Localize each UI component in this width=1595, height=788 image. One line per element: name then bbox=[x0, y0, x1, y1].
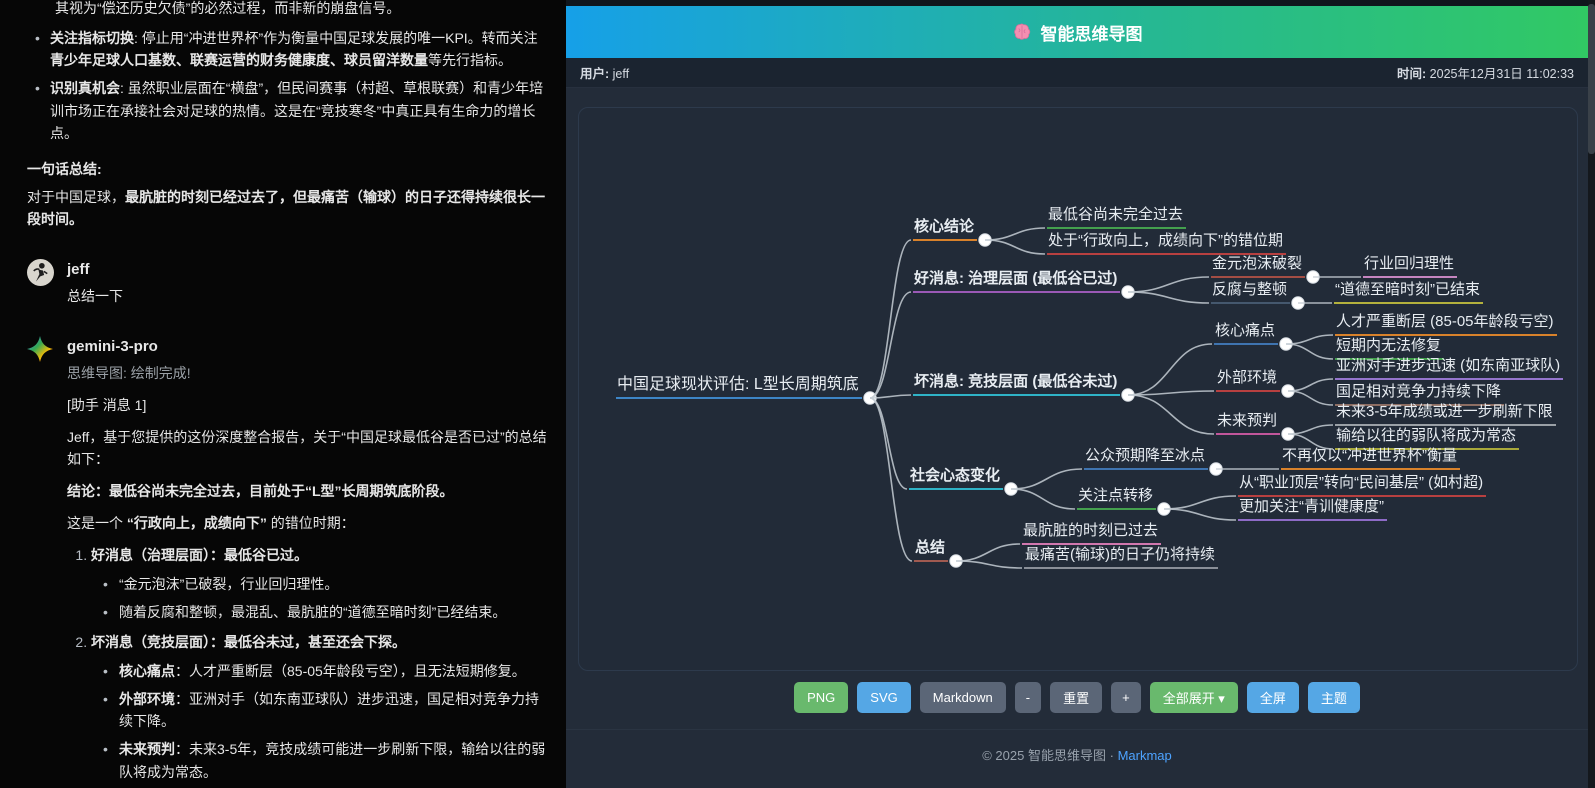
mindmap-node[interactable]: 更加关注“青训健康度” bbox=[1238, 495, 1387, 521]
mindmap-node[interactable]: 中国足球现状评估: L型长周期筑底 bbox=[616, 370, 862, 399]
assistant-name: gemini-3-pro bbox=[67, 335, 550, 359]
app-footer: © 2025 智能思维导图 · Markmap bbox=[566, 729, 1588, 764]
mindmap-node[interactable]: 最痛苦(输球)的日子仍将持续 bbox=[1024, 543, 1218, 569]
png-export-button[interactable]: PNG bbox=[794, 682, 848, 713]
mindmap-node[interactable]: 未来预判 bbox=[1216, 409, 1280, 435]
mindmap-node[interactable]: 未来3-5年成绩或进一步刷新下限 bbox=[1335, 400, 1556, 426]
summary-heading: 一句话总结: bbox=[27, 158, 550, 181]
summary-text: 对于中国足球，最肮脏的时刻已经过去了，但最痛苦（输球）的日子还得持续很长一段时间… bbox=[27, 186, 550, 231]
mindmap-node[interactable]: 好消息: 治理层面 (最低谷已过) bbox=[913, 267, 1120, 293]
list-item: 好消息（治理层面）：最低谷已过。“金元泡沫”已破裂，行业回归理性。随着反腐和整顿… bbox=[91, 544, 550, 623]
app-root: 其视为“偿还历史欠债”的必然过程，而非新的崩盘信号。 关注指标切换: 停止用“冲… bbox=[0, 0, 1595, 788]
user-info: 用户: jeff bbox=[580, 63, 629, 82]
reset-button[interactable]: 重置 bbox=[1050, 682, 1102, 713]
page-title: 智能思维导图 bbox=[1041, 20, 1143, 45]
chat-panel: 其视为“偿还历史欠债”的必然过程，而非新的崩盘信号。 关注指标切换: 停止用“冲… bbox=[0, 0, 566, 788]
mindmap-node[interactable]: 坏消息: 竞技层面 (最低谷未过) bbox=[913, 370, 1120, 396]
list-item: 坏消息（竞技层面）：最低谷未过，甚至还会下探。核心痛点：人才严重断层（85-05… bbox=[91, 631, 550, 783]
list-item: 外部环境：亚洲对手（如东南亚球队）进步迅速，国足相对竞争力持续下降。 bbox=[101, 688, 550, 733]
mindmap-node[interactable]: 外部环境 bbox=[1216, 366, 1280, 392]
brain-icon bbox=[1012, 22, 1032, 42]
list-item: 识别真机会: 虽然职业层面在“横盘”，但民间赛事（村超、草根联赛）和青少年培训市… bbox=[33, 77, 550, 145]
list-item: 关注指标切换: 停止用“冲进世界杯”作为衡量中国足球发展的唯一KPI。转而关注青… bbox=[33, 27, 550, 72]
assistant-status: 思维导图: 绘制完成! bbox=[67, 362, 550, 385]
info-bar: 用户: jeff 时间: 2025年12月31日 11:02:33 bbox=[566, 58, 1588, 88]
mindmap-node[interactable]: 核心痛点 bbox=[1214, 319, 1278, 345]
markdown-export-button[interactable]: Markdown bbox=[920, 682, 1006, 713]
mindmap-node[interactable]: 行业回归理性 bbox=[1363, 252, 1457, 278]
assistant-tag: [助手 消息 1] bbox=[67, 394, 550, 417]
user-name: jeff bbox=[67, 258, 550, 282]
mindmap-node[interactable]: 关注点转移 bbox=[1077, 484, 1156, 510]
bullet-list: 关注指标切换: 停止用“冲进世界杯”作为衡量中国足球发展的唯一KPI。转而关注青… bbox=[33, 27, 550, 145]
zoom-in-button[interactable]: + bbox=[1111, 682, 1141, 713]
gemini-avatar bbox=[27, 336, 54, 363]
soccer-player-icon bbox=[27, 259, 54, 286]
scrollbar-thumb[interactable] bbox=[1588, 4, 1595, 154]
mindmap-node[interactable]: 反腐与整顿 bbox=[1211, 278, 1290, 304]
numbered-list: 好消息（治理层面）：最低谷已过。“金元泡沫”已破裂，行业回归理性。随着反腐和整顿… bbox=[71, 544, 550, 788]
assistant-intro: Jeff，基于您提供的这份深度整合报告，关于“中国足球最低谷是否已过”的总结如下… bbox=[67, 426, 550, 471]
mindmap-node[interactable]: 最肮脏的时刻已过去 bbox=[1022, 519, 1161, 545]
expand-all-button[interactable]: 全部展开 ▾ bbox=[1150, 682, 1238, 713]
mindmap-node[interactable]: 核心结论 bbox=[913, 215, 977, 241]
mindmap-node[interactable]: 人才严重断层 (85-05年龄段亏空) bbox=[1335, 310, 1557, 336]
user-message: jeff 总结一下 bbox=[27, 257, 550, 308]
mindmap-app: 智能思维导图 用户: jeff 时间: 2025年12月31日 11:02:33… bbox=[566, 0, 1588, 788]
page-scrollbar[interactable] bbox=[1588, 0, 1595, 788]
list-item: 核心痛点：人才严重断层（85-05年龄段亏空），且无法短期修复。 bbox=[101, 660, 550, 683]
app-header: 智能思维导图 bbox=[566, 6, 1588, 58]
mindmap-node[interactable]: 不再仅以“冲进世界杯”衡量 bbox=[1281, 444, 1460, 470]
message-text: 其视为“偿还历史欠债”的必然过程，而非新的崩盘信号。 bbox=[55, 0, 550, 20]
mindmap-toolbar: PNG SVG Markdown-重置 + 全部展开 ▾ 全屏主题 bbox=[566, 682, 1588, 713]
mindmap-node[interactable]: 亚洲对手进步迅速 (如东南亚球队) bbox=[1335, 354, 1563, 380]
mindmap-node[interactable]: “道德至暗时刻”已结束 bbox=[1334, 278, 1483, 304]
assistant-conclusion: 结论：最低谷尚未完全过去，目前处于“L型”长周期筑底阶段。 bbox=[67, 480, 550, 503]
list-item: 未来预判：未来3-5年，竞技成绩可能进一步刷新下限，输给以往的弱队将成为常态。 bbox=[101, 738, 550, 783]
mindmap-node[interactable]: 金元泡沫破裂 bbox=[1211, 252, 1305, 278]
mindmap-node[interactable]: 社会心态变化 bbox=[909, 464, 1003, 490]
svg-export-button[interactable]: SVG bbox=[857, 682, 910, 713]
markmap-link[interactable]: Markmap bbox=[1118, 748, 1172, 763]
mindmap-node[interactable]: 公众预期降至冰点 bbox=[1084, 444, 1208, 470]
mindmap-node[interactable]: 从“职业顶层”转向“民间基层” (如村超) bbox=[1238, 471, 1486, 497]
mindmap-node[interactable]: 总结 bbox=[914, 536, 948, 562]
fullscreen-button[interactable]: 全屏 bbox=[1247, 682, 1299, 713]
assistant-message: gemini-3-pro 思维导图: 绘制完成! [助手 消息 1] Jeff，… bbox=[27, 334, 550, 788]
list-item: 随着反腐和整顿，最混乱、最肮脏的“道德至暗时刻”已经结束。 bbox=[101, 601, 550, 624]
user-message-text: 总结一下 bbox=[67, 285, 550, 308]
jeff-avatar bbox=[27, 259, 54, 286]
mindmap-canvas[interactable]: 中国足球现状评估: L型长周期筑底核心结论最低谷尚未完全过去处于“行政向上，成绩… bbox=[578, 107, 1578, 671]
theme-button[interactable]: 主题 bbox=[1308, 682, 1360, 713]
mindmap-node[interactable]: 最低谷尚未完全过去 bbox=[1047, 203, 1186, 229]
gemini-star-icon bbox=[27, 336, 53, 362]
mindmap-nodes-layer: 中国足球现状评估: L型长周期筑底核心结论最低谷尚未完全过去处于“行政向上，成绩… bbox=[579, 108, 1577, 670]
list-item: “金元泡沫”已破裂，行业回归理性。 bbox=[101, 573, 550, 596]
zoom-out-button[interactable]: - bbox=[1015, 682, 1041, 713]
assistant-period: 这是一个 “行政向上，成绩向下” 的错位时期： bbox=[67, 512, 550, 535]
time-info: 时间: 2025年12月31日 11:02:33 bbox=[1397, 63, 1574, 82]
